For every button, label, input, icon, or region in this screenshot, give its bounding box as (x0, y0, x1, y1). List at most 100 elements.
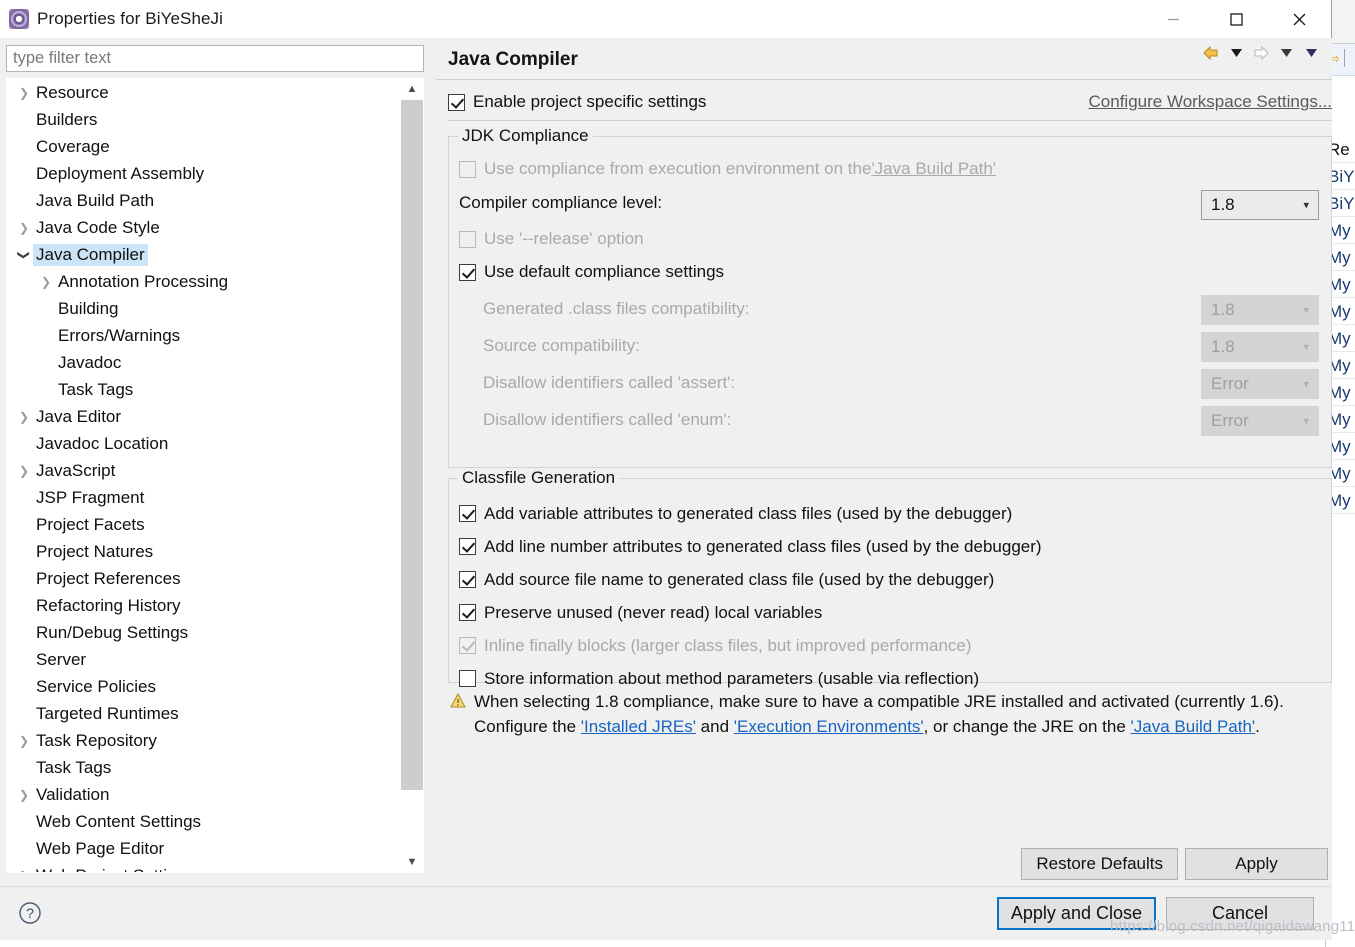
apply-and-close-button[interactable]: Apply and Close (997, 897, 1156, 930)
sidebar-item-targeted-runtimes[interactable]: ❯Targeted Runtimes (7, 700, 407, 727)
chevron-right-icon[interactable]: ❯ (15, 869, 33, 874)
sidebar-item-resource[interactable]: ❯Resource (7, 79, 407, 106)
sidebar-item-label: Task Tags (55, 379, 136, 401)
sidebar-item-server[interactable]: ❯Server (7, 646, 407, 673)
sidebar-item-task-repository[interactable]: ❯Task Repository (7, 727, 407, 754)
classfile-option-checkbox[interactable] (459, 604, 476, 621)
sidebar-item-javascript[interactable]: ❯JavaScript (7, 457, 407, 484)
sidebar-item-validation[interactable]: ❯Validation (7, 781, 407, 808)
use-default-compliance-label: Use default compliance settings (484, 262, 724, 282)
sidebar-item-java-compiler[interactable]: ❯Java Compiler (7, 241, 407, 268)
scroll-down-icon[interactable]: ▼ (400, 851, 424, 873)
enable-project-specific-checkbox[interactable] (448, 94, 465, 111)
restore-defaults-button[interactable]: Restore Defaults (1021, 848, 1178, 880)
minimize-button[interactable] (1142, 0, 1205, 38)
disallow-assert-select[interactable]: Error ▾ (1201, 369, 1319, 399)
sidebar-item-web-content-settings[interactable]: ❯Web Content Settings (7, 808, 407, 835)
source-compat-value: 1.8 (1211, 337, 1235, 357)
chevron-right-icon[interactable]: ❯ (15, 734, 33, 748)
sidebar-item-builders[interactable]: ❯Builders (7, 106, 407, 133)
page-title: Java Compiler (448, 49, 578, 71)
disallow-assert-label: Disallow identifiers called 'assert': (483, 373, 735, 393)
sidebar-item-javadoc-location[interactable]: ❯Javadoc Location (7, 430, 407, 457)
use-release-option-label: Use '--release' option (484, 229, 644, 249)
tree-scrollbar[interactable]: ▲ ▼ (400, 78, 424, 873)
sidebar-item-task-tags[interactable]: ❯Task Tags (7, 754, 407, 781)
execution-environments-link[interactable]: 'Execution Environments' (734, 717, 924, 736)
page-nav-icons (1200, 42, 1322, 64)
use-default-compliance-checkbox[interactable] (459, 264, 476, 281)
dialog-body: ❯Resource❯Builders❯Coverage❯Deployment A… (0, 38, 1332, 886)
sidebar-item-java-code-style[interactable]: ❯Java Code Style (7, 214, 407, 241)
disallow-assert-value: Error (1211, 374, 1249, 394)
sidebar-item-java-editor[interactable]: ❯Java Editor (7, 403, 407, 430)
classfile-option-checkbox[interactable] (459, 670, 476, 687)
sidebar-item-project-facets[interactable]: ❯Project Facets (7, 511, 407, 538)
sidebar-item-refactoring-history[interactable]: ❯Refactoring History (7, 592, 407, 619)
classfile-option-row: Preserve unused (never read) local varia… (459, 596, 1321, 629)
back-arrow-icon[interactable] (1200, 42, 1222, 64)
classfile-option-checkbox[interactable] (459, 505, 476, 522)
chevron-right-icon[interactable]: ❯ (15, 788, 33, 802)
use-default-compliance-row: Use default compliance settings (459, 262, 724, 282)
sidebar-item-jsp-fragment[interactable]: ❯JSP Fragment (7, 484, 407, 511)
sidebar-item-service-policies[interactable]: ❯Service Policies (7, 673, 407, 700)
dialog-footer: ? Apply and Close Cancel (0, 886, 1332, 940)
chevron-down-icon[interactable]: ❯ (17, 246, 31, 264)
close-button[interactable] (1268, 0, 1331, 38)
forward-arrow-icon[interactable] (1250, 42, 1272, 64)
chevron-right-icon[interactable]: ❯ (15, 86, 33, 100)
sidebar-item-coverage[interactable]: ❯Coverage (7, 133, 407, 160)
filter-input[interactable] (6, 45, 424, 72)
configure-workspace-settings-link[interactable]: Configure Workspace Settings... (1089, 92, 1332, 112)
generated-class-compat-select[interactable]: 1.8 ▾ (1201, 295, 1319, 325)
source-compat-select[interactable]: 1.8 ▾ (1201, 332, 1319, 362)
classfile-option-checkbox[interactable] (459, 571, 476, 588)
java-build-path-link-1[interactable]: 'Java Build Path' (871, 159, 996, 179)
apply-button[interactable]: Apply (1185, 848, 1328, 880)
use-compliance-from-ee-row: Use compliance from execution environmen… (459, 159, 996, 179)
maximize-button[interactable] (1205, 0, 1268, 38)
back-dropdown-caret-icon[interactable] (1225, 42, 1247, 64)
classfile-option-checkbox[interactable] (459, 637, 476, 654)
scroll-up-icon[interactable]: ▲ (400, 78, 424, 100)
classfile-option-row: Add variable attributes to generated cla… (459, 497, 1321, 530)
sidebar-item-java-build-path[interactable]: ❯Java Build Path (7, 187, 407, 214)
sidebar-item-annotation-processing[interactable]: ❯Annotation Processing (7, 268, 407, 295)
sidebar-item-project-references[interactable]: ❯Project References (7, 565, 407, 592)
sidebar-item-deployment-assembly[interactable]: ❯Deployment Assembly (7, 160, 407, 187)
sidebar-item-label: Coverage (33, 136, 113, 158)
chevron-right-icon[interactable]: ❯ (15, 221, 33, 235)
sidebar-item-errors-warnings[interactable]: ❯Errors/Warnings (7, 322, 407, 349)
chevron-down-icon: ▾ (1303, 199, 1309, 212)
sidebar-item-task-tags[interactable]: ❯Task Tags (7, 376, 407, 403)
sidebar-item-label: Server (33, 649, 89, 671)
help-question-icon[interactable]: ? (17, 900, 43, 926)
chevron-right-icon[interactable]: ❯ (37, 275, 55, 289)
classfile-option-checkbox[interactable] (459, 538, 476, 555)
sidebar-item-web-page-editor[interactable]: ❯Web Page Editor (7, 835, 407, 862)
forward-dropdown-caret-icon[interactable] (1275, 42, 1297, 64)
java-build-path-link-2[interactable]: 'Java Build Path' (1131, 717, 1256, 736)
sidebar-item-project-natures[interactable]: ❯Project Natures (7, 538, 407, 565)
scrollbar-thumb[interactable] (401, 100, 423, 790)
chevron-right-icon[interactable]: ❯ (15, 464, 33, 478)
sidebar-item-web-project-settings[interactable]: ❯Web Project Settings (7, 862, 407, 873)
classfile-generation-title: Classfile Generation (458, 468, 619, 488)
chevron-right-icon[interactable]: ❯ (15, 410, 33, 424)
use-compliance-from-ee-checkbox[interactable] (459, 161, 476, 178)
compiler-compliance-level-select[interactable]: 1.8 ▾ (1201, 190, 1319, 220)
sidebar-item-javadoc[interactable]: ❯Javadoc (7, 349, 407, 376)
settings-tree-list: ❯Resource❯Builders❯Coverage❯Deployment A… (7, 79, 407, 873)
sidebar-item-label: Web Content Settings (33, 811, 204, 833)
cancel-button[interactable]: Cancel (1166, 897, 1314, 930)
sidebar-item-label: Javadoc Location (33, 433, 171, 455)
sidebar-item-label: Task Repository (33, 730, 160, 752)
view-menu-caret-icon[interactable] (1300, 42, 1322, 64)
installed-jres-link[interactable]: 'Installed JREs' (581, 717, 696, 736)
chevron-down-icon: ▾ (1303, 304, 1309, 317)
disallow-enum-select[interactable]: Error ▾ (1201, 406, 1319, 436)
use-release-option-checkbox[interactable] (459, 231, 476, 248)
sidebar-item-run-debug-settings[interactable]: ❯Run/Debug Settings (7, 619, 407, 646)
sidebar-item-building[interactable]: ❯Building (7, 295, 407, 322)
